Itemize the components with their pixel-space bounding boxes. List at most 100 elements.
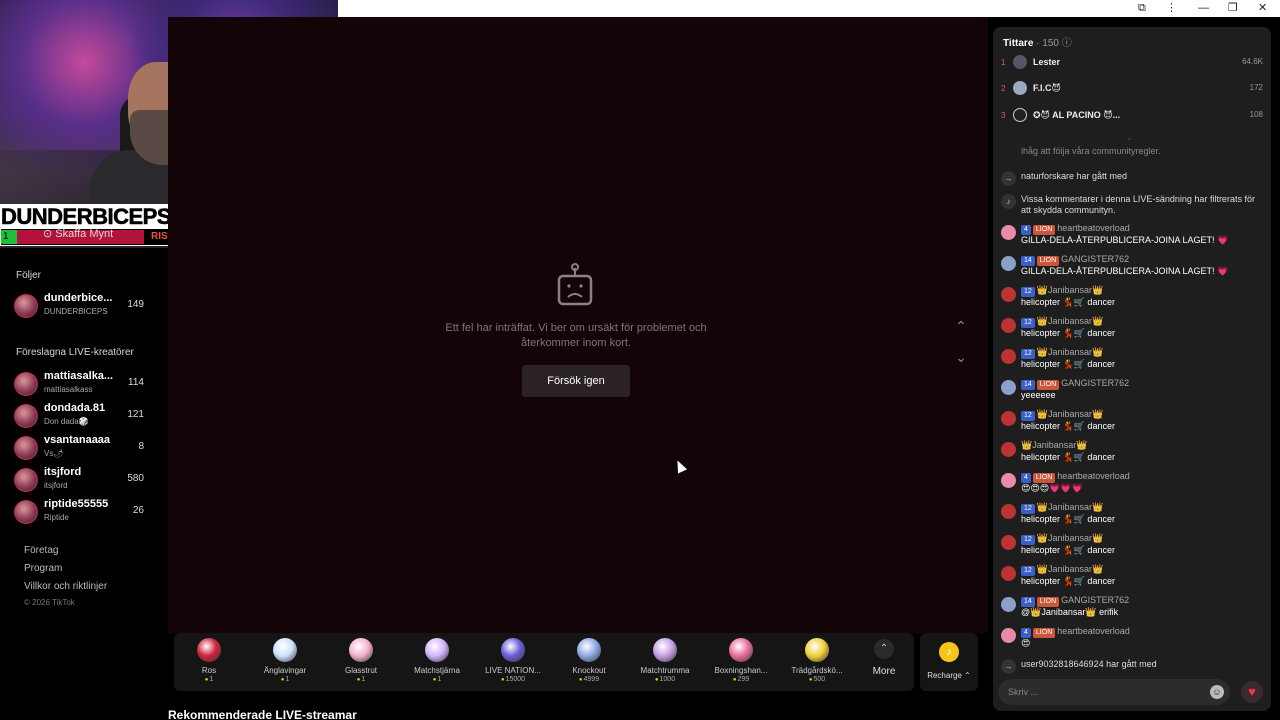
username[interactable]: GANGISTER762 [1061, 254, 1129, 264]
chat-feed: ihåg att följa våra communityregler. → nat… [993, 145, 1271, 675]
username[interactable]: heartbeatoverload [1057, 223, 1130, 233]
viewer-score: 64.6K [1242, 57, 1263, 66]
username[interactable]: 👑Janibansar👑 [1037, 564, 1103, 574]
avatar[interactable] [1001, 535, 1016, 550]
gift-price: 500 [782, 676, 852, 683]
info-icon[interactable]: ⓘ [1062, 38, 1072, 49]
creator-name: mattiasalka... [44, 370, 114, 382]
chevron-up-icon[interactable]: ⌃ [954, 319, 968, 333]
join-icon: → [1001, 659, 1016, 674]
top-viewer[interactable]: 1 Lester 64.6K [1001, 54, 1263, 72]
get-coins-button[interactable]: ⊙ Skaffa Mynt [43, 227, 113, 241]
get-coins-label: Skaffa Mynt [55, 228, 114, 240]
notice-text: ihåg att följa våra communityregler. [1021, 146, 1161, 156]
avatar[interactable] [1001, 473, 1016, 488]
footer-link-company[interactable]: Företag [24, 545, 58, 556]
lion-badge: LION [1032, 225, 1056, 235]
gift-boxing-glove-icon [729, 638, 753, 662]
chevron-down-icon[interactable]: ⌄ [1126, 133, 1133, 142]
creator-name: riptide55555 [44, 498, 109, 510]
like-heart-icon[interactable]: ♥ [1241, 681, 1263, 703]
avatar[interactable] [1001, 597, 1016, 612]
gift-item[interactable]: Ros1 [174, 638, 244, 688]
avatar[interactable] [1001, 411, 1016, 426]
suggested-creator[interactable]: vsantanaaaa Vs🌶 8 [14, 434, 150, 462]
suggested-creator[interactable]: mattiasalka... mattiasalkass 114 [14, 370, 150, 398]
following-item[interactable]: dunderbice... DUNDERBICEPS 149 [14, 292, 150, 320]
gift-item[interactable]: Knockout4999 [554, 638, 624, 688]
creator-subtitle: DUNDERBICEPS [44, 307, 108, 316]
avatar[interactable] [1001, 256, 1016, 271]
avatar [14, 500, 38, 524]
chevron-down-icon[interactable]: ⌄ [954, 350, 968, 364]
gift-name: Änglavingar [263, 666, 307, 675]
avatar[interactable] [1001, 318, 1016, 333]
top-viewer[interactable]: 2 F.I.C😈 172 [1001, 80, 1263, 98]
gift-name: Knockout [572, 666, 606, 675]
creator-name: itsjford [44, 466, 82, 478]
avatar[interactable] [1001, 287, 1016, 302]
chat-input[interactable] [1008, 684, 1198, 700]
avatar[interactable] [1001, 225, 1016, 240]
menu-icon[interactable]: ⋮ [1166, 1, 1177, 16]
username[interactable]: 👑Janibansar👑 [1037, 347, 1103, 357]
emoji-icon[interactable]: ☺ [1210, 685, 1224, 699]
gift-item[interactable]: Matchtrumma1000 [630, 638, 700, 688]
footer-link-terms[interactable]: Villkor och riktlinjer [24, 581, 107, 592]
viewers-title: Tittare [1003, 38, 1034, 49]
message-text: 😍 [1021, 638, 1031, 648]
top-viewer[interactable]: 3 ✪😈 AL PACINO 😈... 108 [1001, 107, 1263, 125]
avatar [14, 468, 38, 492]
viewer-count: 8 [138, 441, 144, 452]
avatar[interactable] [1001, 380, 1016, 395]
username[interactable]: 👑Janibansar👑 [1037, 502, 1103, 512]
system-text: Vissa kommentarer i denna LIVE-sändning … [1021, 194, 1255, 215]
more-gifts-button[interactable]: ⌃ More [864, 639, 904, 677]
retry-button[interactable]: Försök igen [522, 365, 630, 397]
gift-item[interactable]: Änglavingar1 [250, 638, 320, 688]
message-text: GILLA-DELA-ÅTERPUBLICERA-JOINA LAGET! 💗 [1021, 235, 1229, 245]
viewer-score: 172 [1249, 83, 1263, 92]
username[interactable]: 👑Janibansar👑 [1037, 285, 1103, 295]
username[interactable]: 👑Janibansar👑 [1037, 409, 1103, 419]
gift-item[interactable]: Glasstrut1 [326, 638, 396, 688]
gift-item[interactable]: Matchstjärna1 [402, 638, 472, 688]
avatar [14, 436, 38, 460]
level-badge: 12 [1021, 287, 1035, 297]
recharge-button[interactable]: ♪ Recharge ⌃ [920, 633, 978, 691]
close-icon[interactable]: ✕ [1258, 1, 1267, 16]
gift-item[interactable]: Boxningshan...299 [706, 638, 776, 688]
viewer-rank: 2 [1001, 84, 1006, 93]
username[interactable]: heartbeatoverload [1057, 471, 1130, 481]
avatar[interactable] [1001, 442, 1016, 457]
creator-name: dunderbice... [44, 292, 113, 304]
gift-icecream-icon [349, 638, 373, 662]
restore-icon[interactable]: ❐ [1228, 1, 1238, 16]
avatar[interactable] [1001, 504, 1016, 519]
avatar[interactable] [1001, 628, 1016, 643]
message-text: helicopter 💃🛒 dancer [1021, 297, 1115, 307]
avatar[interactable] [1001, 566, 1016, 581]
avatar[interactable] [1001, 349, 1016, 364]
suggested-creator[interactable]: riptide55555 Riptide 26 [14, 498, 150, 526]
extensions-icon[interactable]: ⧉ [1138, 1, 1146, 16]
avatar [1013, 81, 1027, 95]
minimize-icon[interactable]: — [1198, 1, 1209, 16]
gift-item[interactable]: Trädgårdskö...500 [782, 638, 852, 688]
username[interactable]: GANGISTER762 [1061, 378, 1129, 388]
suggested-creator[interactable]: itsjford itsjford 580 [14, 466, 150, 494]
username[interactable]: 👑Janibansar👑 [1021, 440, 1087, 450]
username[interactable]: 👑Janibansar👑 [1037, 316, 1103, 326]
username[interactable]: GANGISTER762 [1061, 595, 1129, 605]
gift-item[interactable]: LIVE NATION...15000 [478, 638, 548, 688]
gift-garden-icon [805, 638, 829, 662]
message-text: helicopter 💃🛒 dancer [1021, 452, 1115, 462]
gift-wings-icon [273, 638, 297, 662]
username[interactable]: 👑Janibansar👑 [1037, 533, 1103, 543]
username[interactable]: heartbeatoverload [1057, 626, 1130, 636]
gift-star-icon [425, 638, 449, 662]
suggested-creator[interactable]: dondada.81 Don dada🎲 121 [14, 402, 150, 430]
level-badge: 4 [1021, 628, 1031, 638]
viewers-header[interactable]: Tittare · 150 ⓘ [1003, 34, 1072, 49]
footer-link-program[interactable]: Program [24, 563, 62, 574]
